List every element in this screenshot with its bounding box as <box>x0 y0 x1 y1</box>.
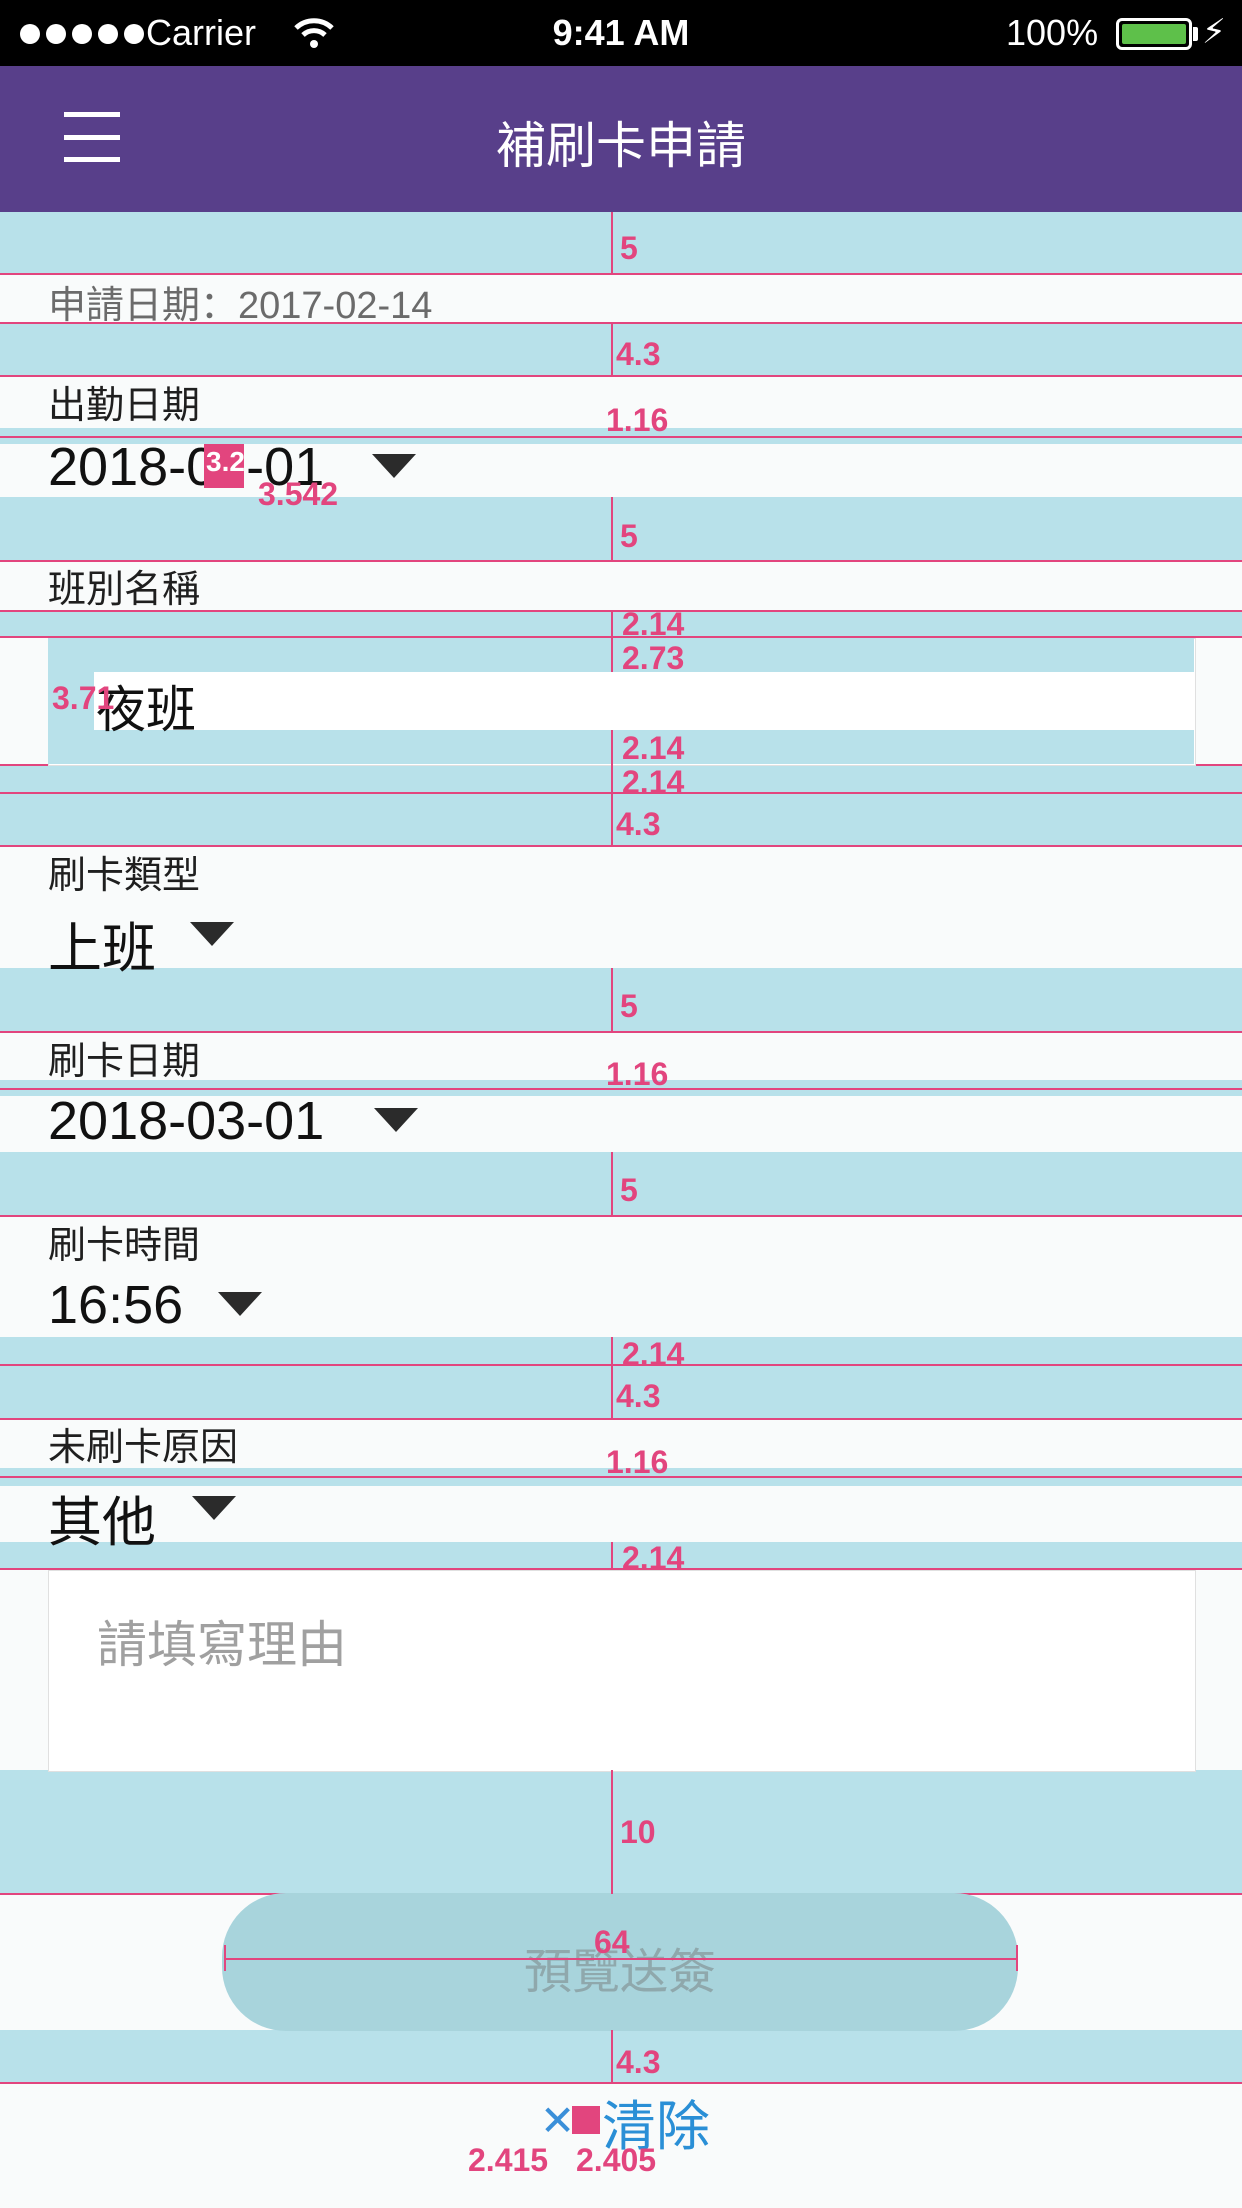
punch-type-value[interactable]: 上班 <box>48 904 156 983</box>
spacing-value: 2.415 <box>468 2142 549 2178</box>
guide-tick <box>224 1945 226 1971</box>
spacing-value: 64 <box>594 1924 630 1960</box>
spacing-value: 4.3 <box>616 1378 661 1414</box>
measure-line <box>611 1152 613 1216</box>
spacing-value: 10 <box>620 1814 656 1850</box>
spacing-value: 2.405 <box>576 2142 657 2178</box>
chevron-down-icon[interactable] <box>192 1496 236 1520</box>
reason-textarea[interactable]: 請填寫理由 <box>48 1570 1196 1772</box>
spacing-value: 3.2 <box>206 446 245 477</box>
charging-icon: ⚡︎ <box>1202 13 1226 51</box>
reason-label: 未刷卡原因 <box>48 1427 239 1469</box>
battery-tip <box>1193 27 1198 41</box>
guide-line <box>0 792 1242 794</box>
measure-line <box>611 968 613 1032</box>
spacing-value: 2.14 <box>622 730 685 766</box>
apply-date: 申請日期：2017-02-14 <box>48 285 433 327</box>
reason-value[interactable]: 其他 <box>48 1478 156 1557</box>
measure-line <box>611 730 613 846</box>
measure-line <box>611 610 613 672</box>
guide-tick <box>1016 1945 1018 1971</box>
spacing-value: 3.542 <box>258 476 339 512</box>
page-title: 補刷卡申請 <box>496 118 746 174</box>
spacing-value: 2.14 <box>622 764 685 800</box>
chevron-down-icon[interactable] <box>190 922 234 946</box>
battery-percent: 100% <box>1006 12 1099 53</box>
status-bar: Carrier 9:41 AM 100% ⚡︎ <box>0 0 1242 66</box>
punch-date-value[interactable]: 2018-03-01 <box>48 1090 324 1152</box>
spacing-value: 5 <box>620 518 638 554</box>
attendance-date-label: 出勤日期 <box>48 385 201 427</box>
spacing-value: 3.71 <box>52 680 115 716</box>
shift-name-label: 班別名稱 <box>48 569 201 611</box>
spacing-band <box>0 1542 1242 1570</box>
chevron-down-icon[interactable] <box>218 1292 262 1316</box>
spacing-value: 2.73 <box>622 640 685 676</box>
close-icon[interactable]: ✕ <box>540 2096 575 2145</box>
spacing-band <box>0 610 1242 638</box>
measure-line <box>611 497 613 561</box>
spacing-value: 4.3 <box>616 336 661 372</box>
chevron-down-icon[interactable] <box>374 1108 418 1132</box>
measure-line <box>611 1770 613 1894</box>
measure-line <box>611 322 613 376</box>
measure-line <box>611 212 613 274</box>
reason-placeholder: 請填寫理由 <box>97 1617 347 1673</box>
measure-line <box>611 2030 613 2082</box>
spacing-value: 2.14 <box>622 1540 685 1576</box>
measure-line <box>611 1542 613 1570</box>
nav-bar: 補刷卡申請 <box>0 66 1242 212</box>
spacing-value: 5 <box>620 988 638 1024</box>
padding-marker <box>572 2106 600 2134</box>
battery-icon <box>1116 18 1192 50</box>
spacing-value: 5 <box>620 230 638 266</box>
spacing-value: 5 <box>620 1172 638 1208</box>
spacing-value: 2.14 <box>622 1336 685 1372</box>
punch-time-value[interactable]: 16:56 <box>48 1274 183 1336</box>
punch-time-label: 刷卡時間 <box>48 1225 201 1267</box>
measure-line <box>611 1337 613 1419</box>
spacing-value: 1.16 <box>606 1056 669 1092</box>
spacing-value: 4.3 <box>616 806 661 842</box>
spacing-value: 2.14 <box>622 606 685 642</box>
punch-date-label: 刷卡日期 <box>48 1041 201 1083</box>
spacing-value: 1.16 <box>606 1444 669 1480</box>
spacing-value: 1.16 <box>606 402 669 438</box>
guide-line <box>0 1364 1242 1366</box>
spacing-value: 4.3 <box>616 2044 661 2080</box>
punch-type-label: 刷卡類型 <box>48 855 201 897</box>
chevron-down-icon[interactable] <box>372 454 416 478</box>
